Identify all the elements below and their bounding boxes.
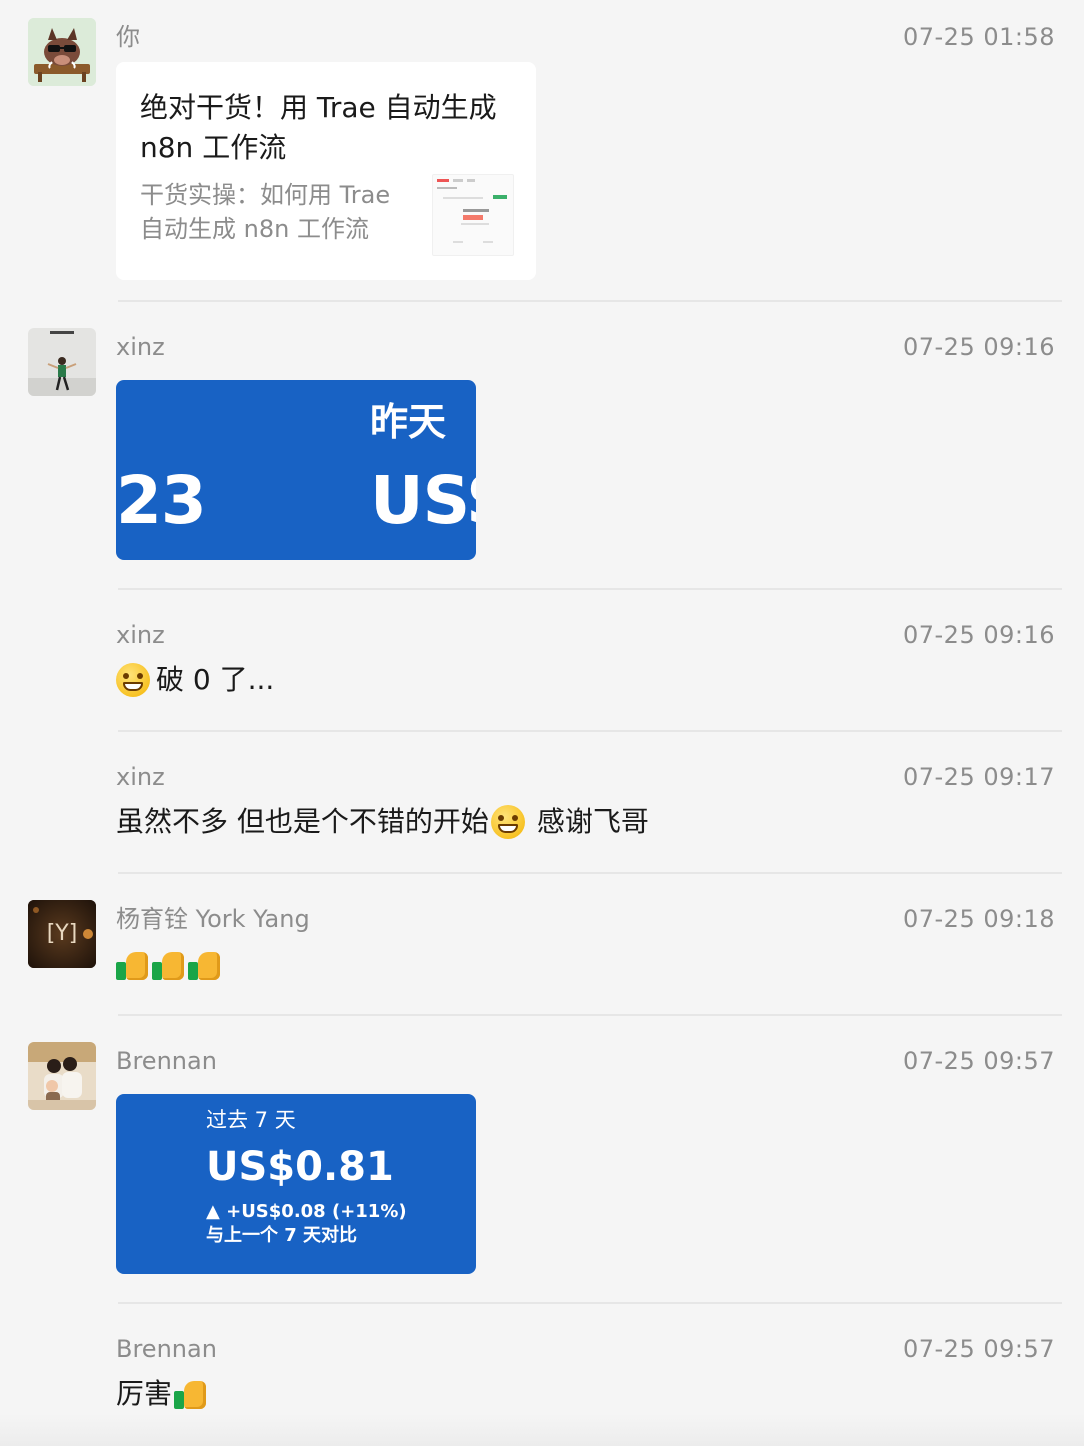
message-time: 07-25 09:57: [902, 1047, 1055, 1075]
message-text: 破 0 了...: [116, 662, 274, 698]
message-divider: [118, 1302, 1062, 1304]
card-thumbnail: [432, 174, 514, 256]
message-body: 厉害: [116, 1377, 173, 1410]
message-body-part-2: 感谢飞哥: [536, 805, 649, 838]
message-time: 07-25 01:58: [902, 23, 1055, 51]
message-text: [116, 948, 222, 982]
thumbs-up-emoji-icon: [174, 1377, 208, 1411]
image-currency: USS: [370, 462, 476, 539]
sender-name: Brennan: [116, 1335, 217, 1363]
sender-name: xinz: [116, 621, 165, 649]
avatar[interactable]: [28, 1042, 96, 1110]
image-label: 昨天: [370, 400, 447, 444]
thumbs-up-emoji-icon: [188, 948, 222, 982]
image-message[interactable]: 昨天 23 USS: [116, 380, 476, 560]
image-amount: US$0.81: [206, 1144, 394, 1190]
sender-name: xinz: [116, 333, 165, 361]
message-time: 07-25 09:18: [902, 905, 1055, 933]
sender-name: Brennan: [116, 1047, 217, 1075]
grin-emoji-icon: [490, 805, 525, 839]
thumbs-up-emoji-icon: [152, 948, 186, 982]
sender-name: xinz: [116, 763, 165, 791]
avatar[interactable]: [28, 18, 96, 86]
sender-name: 杨育铨 York Yang: [116, 905, 310, 933]
message-time: 07-25 09:16: [902, 333, 1055, 361]
bottom-edge: [0, 1414, 1084, 1446]
message-divider: [118, 300, 1062, 302]
avatar-label: [Y]: [46, 921, 78, 946]
family-photo-avatar-icon: [28, 1042, 96, 1110]
message-divider: [118, 588, 1062, 590]
link-card[interactable]: 绝对干货！用 Trae 自动生成 n8n 工作流 干货实操：如何用 Trae 自…: [116, 62, 536, 280]
image-number: 23: [116, 462, 207, 539]
avatar[interactable]: [Y]: [28, 900, 96, 968]
message-time: 07-25 09:57: [902, 1335, 1055, 1363]
message-time: 07-25 09:16: [902, 621, 1055, 649]
message-body: 破 0 了...: [156, 663, 275, 696]
image-message[interactable]: 过去 7 天 US$0.81 ▲ +US$0.08 (+11%) 与上一个 7 …: [116, 1094, 476, 1274]
image-label: 过去 7 天: [206, 1108, 296, 1132]
avatar[interactable]: [28, 328, 96, 396]
message-body-part-1: 虽然不多 但也是个不错的开始: [116, 805, 489, 838]
message-divider: [118, 730, 1062, 732]
card-description: 干货实操：如何用 Trae 自动生成 n8n 工作流: [140, 181, 391, 243]
image-compare: 与上一个 7 天对比: [206, 1225, 358, 1246]
image-change: ▲ +US$0.08 (+11%): [206, 1201, 407, 1222]
message-time: 07-25 09:17: [902, 763, 1055, 791]
message-divider: [118, 1014, 1062, 1016]
person-photo-avatar-icon: [28, 328, 96, 396]
thumbs-up-emoji-icon: [116, 948, 150, 982]
grin-emoji-icon: [116, 663, 150, 697]
message-text: 厉害: [116, 1376, 208, 1412]
boar-sunglasses-avatar-icon: [28, 18, 96, 86]
card-title: 绝对干货！用 Trae 自动生成 n8n 工作流: [140, 91, 497, 164]
message-divider: [118, 872, 1062, 874]
sender-name: 你: [116, 23, 140, 51]
message-text: 虽然不多 但也是个不错的开始 感谢飞哥: [116, 804, 649, 840]
